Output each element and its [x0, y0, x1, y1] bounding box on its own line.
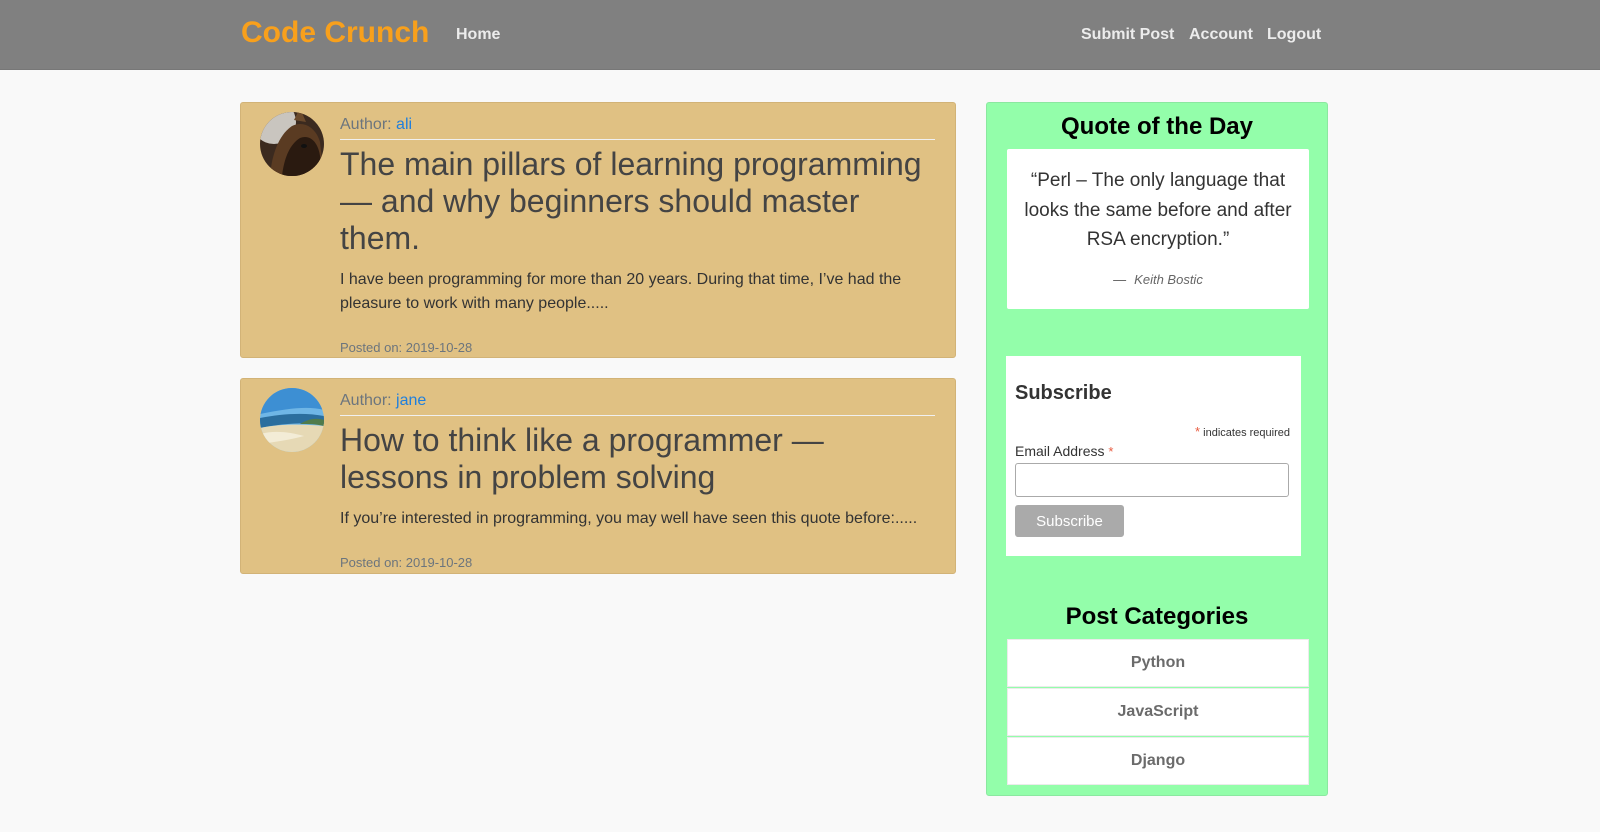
nav-account-link[interactable]: Account [1189, 26, 1253, 44]
post-body: Author: ali The main pillars of learning… [340, 103, 935, 355]
author-prefix: Author: [340, 392, 392, 409]
post-date: Posted on: 2019-10-28 [340, 340, 473, 355]
post-author-line: Author: jane [340, 379, 935, 416]
required-note-text: indicates required [1200, 427, 1290, 439]
quote-text: “Perl – The only language that looks the… [1024, 170, 1292, 250]
quote-card: “Perl – The only language that looks the… [1007, 149, 1309, 309]
subscribe-form: Subscribe * indicates required Email Add… [1006, 356, 1301, 556]
post-card: Author: jane How to think like a program… [240, 378, 956, 574]
post-author-line: Author: ali [340, 103, 935, 140]
top-navbar: Code Crunch Home Submit Post Account Log… [0, 0, 1600, 70]
post-title-link[interactable]: How to think like a programmer — lessons… [340, 422, 935, 496]
subscribe-heading: Subscribe [1015, 382, 1112, 404]
quote-author-name: Keith Bostic [1134, 272, 1203, 287]
categories-heading: Post Categories [1065, 603, 1249, 630]
quote-heading: Quote of the Day [1060, 113, 1253, 140]
post-title-link[interactable]: The main pillars of learning programming… [340, 146, 935, 257]
category-python[interactable]: Python [1007, 639, 1309, 687]
email-required-star: * [1108, 444, 1114, 459]
post-body: Author: jane How to think like a program… [340, 379, 935, 570]
author-link[interactable]: ali [396, 116, 412, 133]
nav-logout-link[interactable]: Logout [1267, 26, 1321, 44]
email-input[interactable] [1015, 463, 1289, 497]
nav-submit-post-link[interactable]: Submit Post [1081, 26, 1174, 44]
post-excerpt: I have been programming for more than 20… [340, 271, 902, 312]
post-card: Author: ali The main pillars of learning… [240, 102, 956, 358]
author-link[interactable]: jane [396, 392, 426, 409]
post-date: Posted on: 2019-10-28 [340, 555, 473, 570]
post-excerpt: If you’re interested in programming, you… [340, 510, 918, 527]
category-django[interactable]: Django [1007, 737, 1309, 785]
subscribe-button[interactable]: Subscribe [1015, 505, 1124, 537]
category-javascript[interactable]: JavaScript [1007, 688, 1309, 736]
sidebar: Quote of the Day “Perl – The only langua… [986, 102, 1328, 796]
required-note: * indicates required [1195, 424, 1290, 439]
brand-logo-link[interactable]: Code Crunch [241, 16, 429, 50]
quote-author: — Keith Bostic [1007, 272, 1309, 287]
author-prefix: Author: [340, 116, 392, 133]
email-label-text: Email Address [1015, 443, 1105, 459]
quote-dash: — [1113, 272, 1127, 287]
email-label: Email Address * [1015, 443, 1113, 459]
author-avatar [260, 388, 324, 452]
nav-home-link[interactable]: Home [456, 26, 500, 44]
author-avatar [260, 112, 324, 176]
